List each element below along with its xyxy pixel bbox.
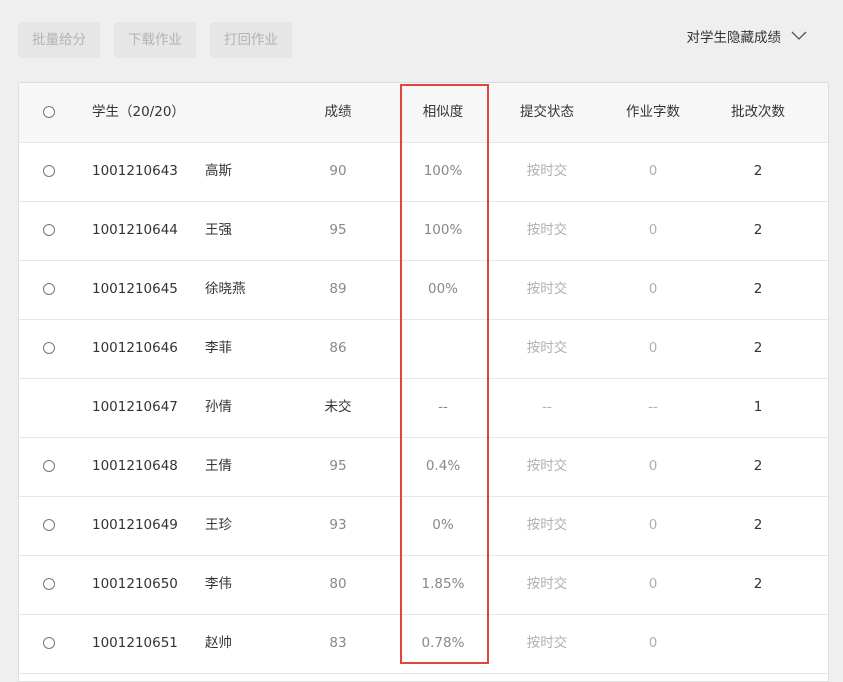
student-name: 徐晓燕 (205, 281, 246, 297)
table-header: 学生（20/20） 成绩 相似度 提交状态 作业字数 批改次数 (19, 83, 828, 143)
review-count: 2 (753, 281, 763, 297)
score-value[interactable]: 80 (329, 555, 346, 614)
header-review-count[interactable]: 批改次数 (731, 83, 785, 142)
similarity-value: 1.85% (421, 576, 465, 592)
row-select-radio[interactable] (43, 224, 55, 236)
student-id: 1001210643 (92, 163, 178, 179)
review-count: 2 (753, 458, 763, 474)
similarity-value: 100% (423, 222, 463, 238)
submit-status: -- (542, 399, 552, 415)
submit-status: 按时交 (526, 458, 568, 474)
student-name: 王珍 (205, 517, 232, 533)
header-student: 学生（20/20） (92, 104, 185, 120)
student-name: 王强 (205, 222, 232, 238)
student-name: 李伟 (205, 576, 232, 592)
word-count: 0 (648, 340, 658, 356)
row-select-radio[interactable] (43, 342, 55, 354)
score-value[interactable]: 89 (329, 260, 346, 319)
student-id: 1001210644 (92, 222, 178, 238)
table-row[interactable]: 1001210643 高斯 90 100% 按时交 0 2 (19, 142, 828, 202)
hide-grades-label: 对学生隐藏成绩 (686, 30, 782, 46)
select-all-radio[interactable] (43, 106, 55, 118)
header-status[interactable]: 提交状态 (520, 83, 574, 142)
submit-status: 按时交 (526, 635, 568, 651)
submit-status: 按时交 (526, 576, 568, 592)
word-count: 0 (648, 222, 658, 238)
submit-status: 按时交 (526, 517, 568, 533)
batch-grade-button[interactable]: 批量给分 (18, 22, 100, 58)
similarity-value: 100% (423, 163, 463, 179)
chevron-down-icon (791, 31, 807, 40)
student-name: 孙倩 (205, 399, 232, 415)
student-name: 李菲 (205, 340, 232, 356)
word-count: 0 (648, 458, 658, 474)
word-count: 0 (648, 281, 658, 297)
student-name: 王倩 (205, 458, 232, 474)
row-select-radio[interactable] (43, 460, 55, 472)
row-select-radio[interactable] (43, 637, 55, 649)
student-id: 1001210645 (92, 281, 178, 297)
header-word-count[interactable]: 作业字数 (626, 83, 680, 142)
review-count: 2 (753, 576, 763, 592)
review-count: 2 (753, 163, 763, 179)
score-value[interactable]: 未交 (325, 378, 352, 437)
return-homework-button[interactable]: 打回作业 (210, 22, 292, 58)
similarity-value: -- (438, 399, 448, 415)
score-value[interactable]: 95 (329, 437, 346, 496)
student-id: 1001210648 (92, 458, 178, 474)
student-name: 赵帅 (205, 635, 232, 651)
table-row[interactable]: 1001210648 王倩 95 0.4% 按时交 0 2 (19, 437, 828, 497)
student-name: 高斯 (205, 163, 232, 179)
hide-grades-dropdown[interactable]: 对学生隐藏成绩 (687, 26, 808, 46)
toolbar: 批量给分 下载作业 打回作业 (18, 22, 292, 58)
table-row[interactable]: 1001210649 王珍 93 0% 按时交 0 2 (19, 496, 828, 556)
score-value[interactable]: 93 (329, 496, 346, 555)
header-score[interactable]: 成绩 (325, 83, 352, 142)
table-row[interactable]: 1001210650 李伟 80 1.85% 按时交 0 2 (19, 555, 828, 615)
row-select-radio[interactable] (43, 283, 55, 295)
similarity-value: 0.78% (421, 635, 465, 651)
submit-status: 按时交 (526, 281, 568, 297)
submit-status: 按时交 (526, 340, 568, 356)
review-count: 2 (753, 517, 763, 533)
student-id: 1001210647 (92, 399, 178, 415)
score-value[interactable]: 83 (329, 614, 346, 673)
table-row[interactable]: 1001210646 李菲 86 按时交 0 2 (19, 319, 828, 379)
table-row[interactable]: 1001210651 赵帅 83 0.78% 按时交 0 (19, 614, 828, 674)
word-count: 0 (648, 576, 658, 592)
row-select-radio[interactable] (43, 578, 55, 590)
word-count: -- (648, 399, 658, 415)
score-value[interactable]: 86 (329, 319, 346, 378)
table-row[interactable]: 1001210647 孙倩 未交 -- -- -- 1 (19, 378, 828, 438)
header-similarity[interactable]: 相似度 (423, 83, 464, 142)
review-count: 2 (753, 222, 763, 238)
submit-status: 按时交 (526, 163, 568, 179)
similarity-value: 00% (427, 281, 459, 297)
similarity-value: 0% (432, 517, 454, 533)
table-row[interactable]: 1001210644 王强 95 100% 按时交 0 2 (19, 201, 828, 261)
score-value[interactable]: 95 (329, 201, 346, 260)
review-count: 2 (753, 340, 763, 356)
row-select-radio[interactable] (43, 165, 55, 177)
word-count: 0 (648, 163, 658, 179)
similarity-value: 0.4% (425, 458, 461, 474)
row-select-radio[interactable] (43, 519, 55, 531)
submit-status: 按时交 (526, 222, 568, 238)
download-homework-button[interactable]: 下载作业 (114, 22, 196, 58)
student-id: 1001210646 (92, 340, 178, 356)
score-value[interactable]: 90 (329, 142, 346, 201)
table-row[interactable]: 1001210645 徐晓燕 89 00% 按时交 0 2 (19, 260, 828, 320)
word-count: 0 (648, 517, 658, 533)
student-id: 1001210649 (92, 517, 178, 533)
student-table: 学生（20/20） 成绩 相似度 提交状态 作业字数 批改次数 10012106… (18, 82, 829, 682)
student-id: 1001210650 (92, 576, 178, 592)
review-count: 1 (753, 399, 763, 415)
word-count: 0 (648, 635, 658, 651)
student-id: 1001210651 (92, 635, 178, 651)
